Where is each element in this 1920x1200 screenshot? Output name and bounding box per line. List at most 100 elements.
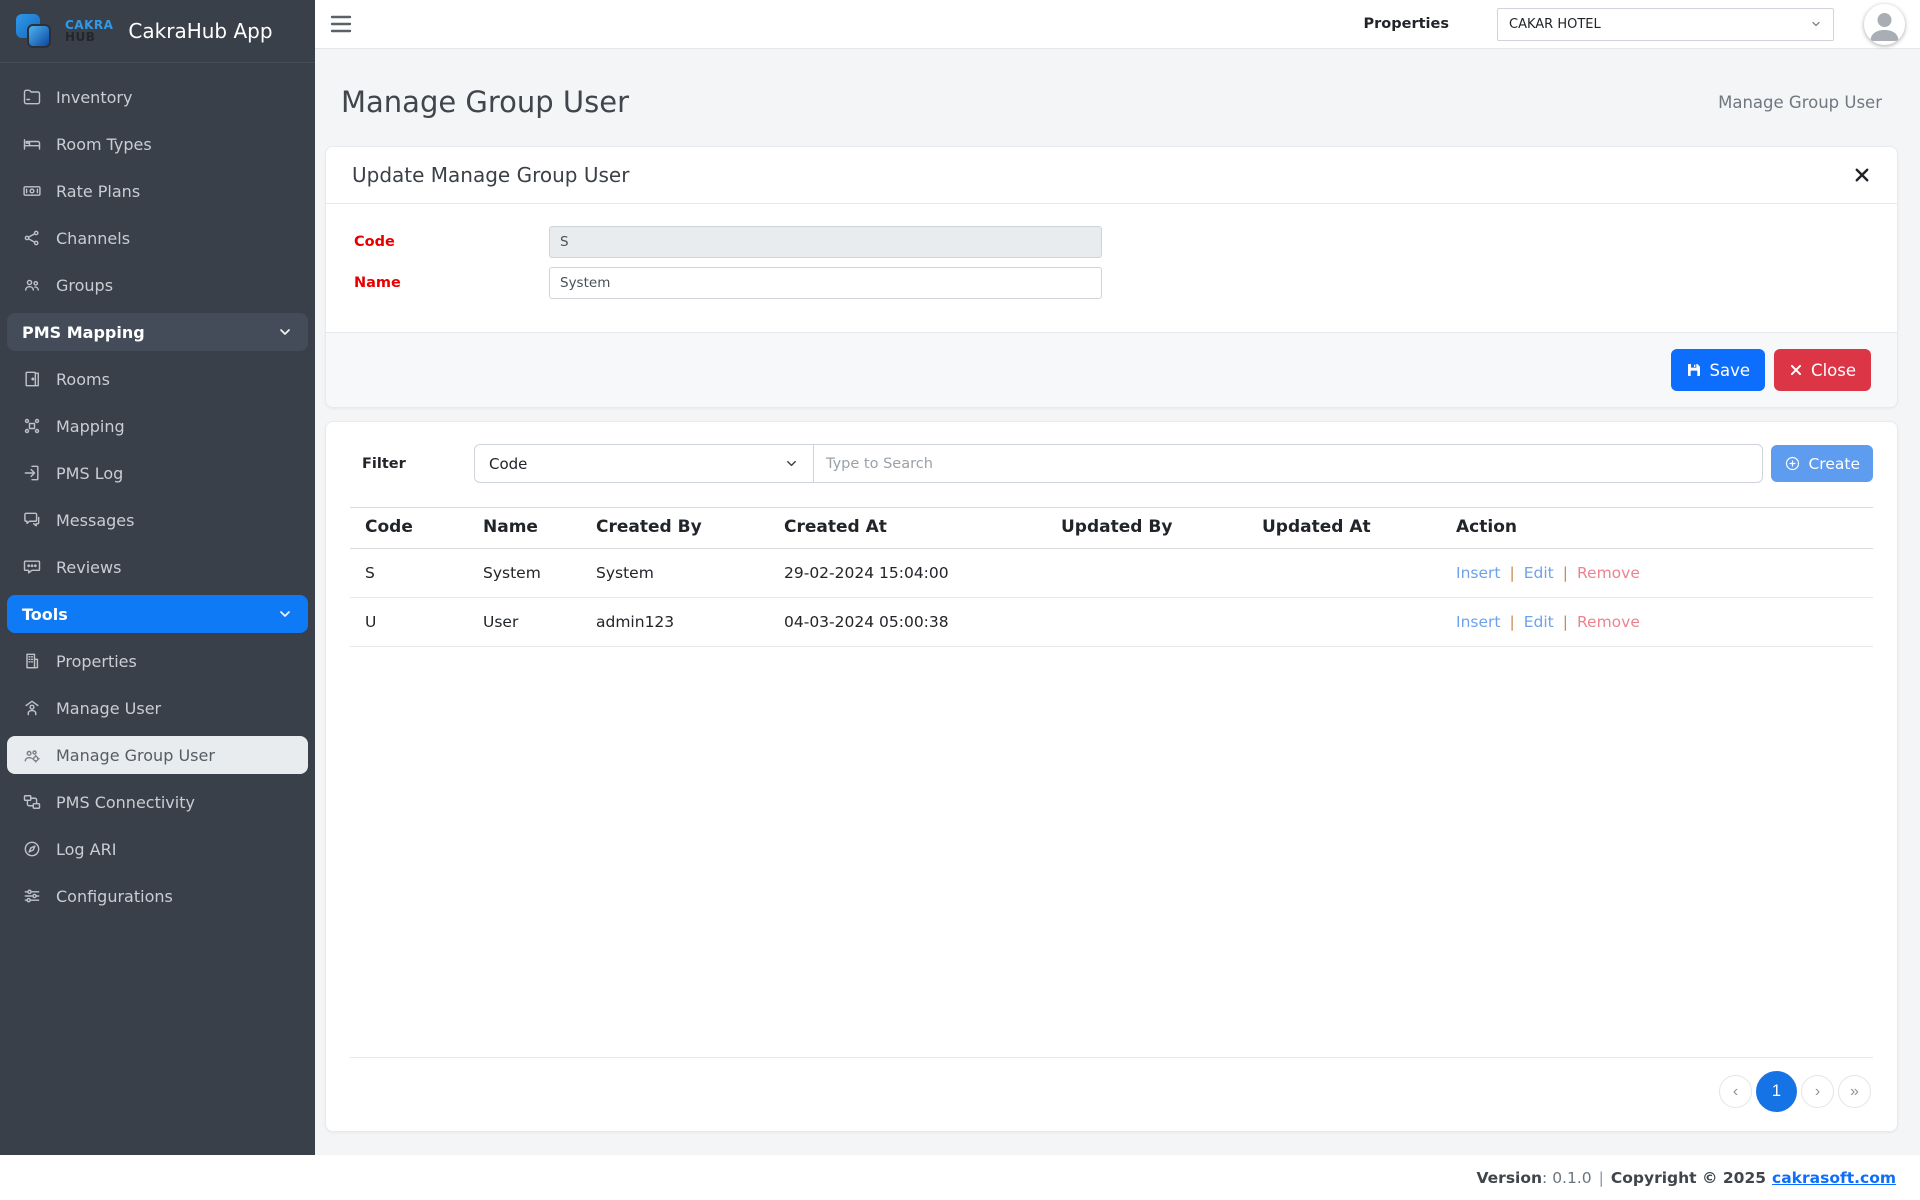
filter-field-select[interactable]: Code bbox=[474, 444, 814, 483]
cakrasoft-link[interactable]: cakrasoft.com bbox=[1772, 1169, 1896, 1187]
x-icon bbox=[1789, 363, 1803, 377]
create-button[interactable]: Create bbox=[1771, 445, 1873, 482]
code-input bbox=[549, 226, 1102, 258]
sidebar-item-channels[interactable]: Channels bbox=[7, 219, 308, 257]
table-row: S System System 29-02-2024 15:04:00 Inse… bbox=[350, 549, 1873, 598]
chat-bubbles-icon bbox=[22, 510, 42, 530]
sidebar-section-pms-mapping[interactable]: PMS Mapping bbox=[7, 313, 308, 351]
sidebar-item-label: Channels bbox=[56, 229, 130, 248]
sidebar-toggle-button[interactable] bbox=[330, 15, 352, 33]
version-value: : 0.1.0 bbox=[1542, 1169, 1592, 1187]
app-title: CakraHub App bbox=[128, 19, 272, 43]
sidebar-item-rooms[interactable]: Rooms bbox=[7, 360, 308, 398]
sidebar-item-rate-plans[interactable]: Rate Plans bbox=[7, 172, 308, 210]
version-label: Version bbox=[1477, 1169, 1543, 1187]
sidebar-item-log-ari[interactable]: Log ARI bbox=[7, 830, 308, 868]
sidebar-item-groups[interactable]: Groups bbox=[7, 266, 308, 304]
close-button[interactable]: Close bbox=[1774, 349, 1871, 391]
group-user-table: Code Name Created By Created At Updated … bbox=[350, 507, 1873, 647]
topbar: Properties CAKAR HOTEL bbox=[315, 0, 1920, 49]
sidebar-item-configurations[interactable]: Configurations bbox=[7, 877, 308, 915]
pagination-prev-button[interactable]: ‹ bbox=[1719, 1075, 1752, 1108]
cell-name: User bbox=[468, 598, 581, 647]
card-close-button[interactable] bbox=[1853, 166, 1871, 184]
door-icon bbox=[22, 369, 42, 389]
cell-actions: Insert|Edit|Remove bbox=[1441, 549, 1873, 598]
sidebar-item-label: PMS Log bbox=[56, 464, 123, 483]
user-avatar[interactable] bbox=[1864, 4, 1905, 45]
create-button-label: Create bbox=[1808, 455, 1860, 473]
name-field-row: Name bbox=[354, 267, 1869, 299]
column-header-created-at: Created At bbox=[769, 508, 1046, 549]
cell-created-by: admin123 bbox=[581, 598, 769, 647]
sidebar-menu: Inventory Room Types Rate Plans Channels… bbox=[0, 63, 315, 924]
name-input[interactable] bbox=[549, 267, 1102, 299]
plus-circle-icon bbox=[1784, 455, 1801, 472]
insert-link[interactable]: Insert bbox=[1456, 613, 1500, 631]
sidebar-item-label: PMS Connectivity bbox=[56, 793, 195, 812]
edit-link[interactable]: Edit bbox=[1524, 613, 1554, 631]
sidebar-section-tools[interactable]: Tools bbox=[7, 595, 308, 633]
sidebar-item-label: Mapping bbox=[56, 417, 125, 436]
sidebar-item-mapping[interactable]: Mapping bbox=[7, 407, 308, 445]
property-select[interactable]: CAKAR HOTEL bbox=[1497, 8, 1834, 41]
sidebar-item-room-types[interactable]: Room Types bbox=[7, 125, 308, 163]
pagination-page-1-button[interactable]: 1 bbox=[1756, 1071, 1797, 1112]
page-header: Manage Group User Manage Group User bbox=[325, 61, 1898, 146]
remove-link[interactable]: Remove bbox=[1577, 564, 1640, 582]
column-header-name: Name bbox=[468, 508, 581, 549]
update-card-title: Update Manage Group User bbox=[352, 163, 629, 187]
cell-updated-by bbox=[1046, 598, 1247, 647]
sidebar-item-label: Manage User bbox=[56, 699, 161, 718]
sidebar-item-manage-group-user[interactable]: Manage Group User bbox=[7, 736, 308, 774]
sidebar-item-pms-log[interactable]: PMS Log bbox=[7, 454, 308, 492]
save-button-label: Save bbox=[1710, 361, 1751, 380]
sidebar-section-label: Tools bbox=[22, 605, 68, 624]
cell-updated-at bbox=[1247, 549, 1441, 598]
update-card-header: Update Manage Group User bbox=[326, 147, 1897, 204]
person-icon bbox=[1864, 4, 1905, 45]
cell-updated-by bbox=[1046, 549, 1247, 598]
sliders-icon bbox=[22, 886, 42, 906]
remove-link[interactable]: Remove bbox=[1577, 613, 1640, 631]
sidebar-item-label: Messages bbox=[56, 511, 134, 530]
sidebar-item-inventory[interactable]: Inventory bbox=[7, 78, 308, 116]
pagination-next-button[interactable]: › bbox=[1801, 1075, 1834, 1108]
update-group-user-card: Update Manage Group User Code Name bbox=[325, 146, 1898, 408]
share-nodes-icon bbox=[22, 228, 42, 248]
review-stars-icon bbox=[22, 557, 42, 577]
sidebar-item-messages[interactable]: Messages bbox=[7, 501, 308, 539]
sidebar: CAKRA HUB CakraHub App Inventory Room Ty… bbox=[0, 0, 315, 1155]
page-title: Manage Group User bbox=[341, 85, 629, 119]
sidebar-section-label: PMS Mapping bbox=[22, 323, 145, 342]
code-field-row: Code bbox=[354, 226, 1869, 258]
logo-word-bottom: HUB bbox=[65, 31, 113, 43]
column-header-updated-at: Updated At bbox=[1247, 508, 1441, 549]
column-header-created-by: Created By bbox=[581, 508, 769, 549]
table-header-row: Code Name Created By Created At Updated … bbox=[350, 508, 1873, 549]
save-button[interactable]: Save bbox=[1671, 349, 1766, 391]
sidebar-item-pms-connectivity[interactable]: PMS Connectivity bbox=[7, 783, 308, 821]
sidebar-item-manage-user[interactable]: Manage User bbox=[7, 689, 308, 727]
search-input[interactable] bbox=[814, 444, 1763, 483]
table-spacer bbox=[350, 647, 1873, 1057]
sidebar-item-label: Properties bbox=[56, 652, 137, 671]
chevron-down-icon bbox=[277, 606, 293, 622]
insert-link[interactable]: Insert bbox=[1456, 564, 1500, 582]
chevron-down-icon bbox=[277, 324, 293, 340]
cell-created-at: 04-03-2024 05:00:38 bbox=[769, 598, 1046, 647]
edit-link[interactable]: Edit bbox=[1524, 564, 1554, 582]
sidebar-item-reviews[interactable]: Reviews bbox=[7, 548, 308, 586]
sidebar-item-label: Rate Plans bbox=[56, 182, 140, 201]
sidebar-item-label: Groups bbox=[56, 276, 113, 295]
update-card-footer: Save Close bbox=[326, 332, 1897, 407]
sidebar-item-properties[interactable]: Properties bbox=[7, 642, 308, 680]
cell-updated-at bbox=[1247, 598, 1441, 647]
cell-created-by: System bbox=[581, 549, 769, 598]
pagination-last-button[interactable]: » bbox=[1838, 1075, 1871, 1108]
sidebar-item-label: Room Types bbox=[56, 135, 152, 154]
sidebar-item-label: Rooms bbox=[56, 370, 110, 389]
page-content: Manage Group User Manage Group User Upda… bbox=[315, 49, 1920, 1155]
filter-label: Filter bbox=[350, 456, 474, 472]
column-header-action: Action bbox=[1441, 508, 1873, 549]
